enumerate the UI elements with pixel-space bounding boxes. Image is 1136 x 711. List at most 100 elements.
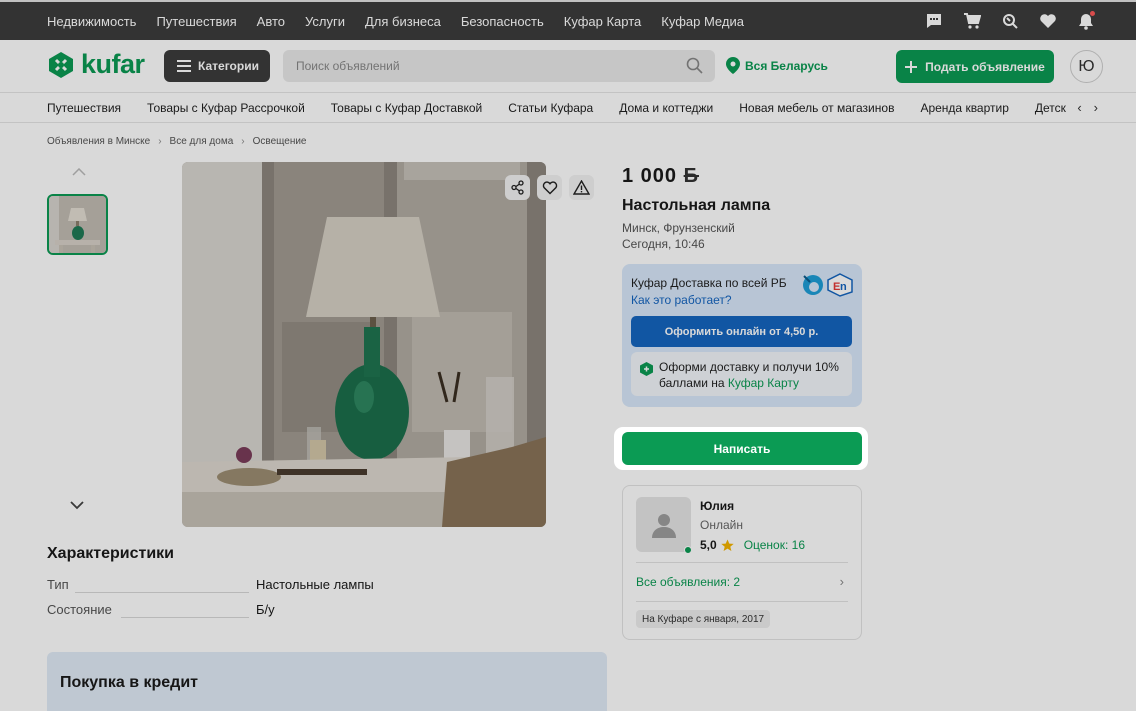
user-placeholder-icon bbox=[651, 513, 676, 538]
kufar-card-link[interactable]: Куфар Карту bbox=[728, 376, 799, 390]
characteristic-value: Настольные лампы bbox=[256, 577, 374, 592]
topbar-link-business[interactable]: Для бизнеса bbox=[365, 14, 441, 29]
chevron-up-icon[interactable] bbox=[72, 168, 86, 176]
heart-icon[interactable] bbox=[1038, 11, 1058, 31]
share-button[interactable] bbox=[505, 175, 530, 200]
characteristics-title: Характеристики bbox=[47, 545, 175, 562]
rating-value: 5,0 bbox=[700, 538, 717, 552]
top-bar: Недвижимость Путешествия Авто Услуги Для… bbox=[0, 0, 1136, 40]
subnav-item-kids[interactable]: Детск bbox=[1035, 101, 1066, 115]
logo-text: kufar bbox=[81, 49, 145, 79]
delivery-panel: Куфар Доставка по всей РБ Как это работа… bbox=[622, 264, 862, 407]
price-value: 1 000 bbox=[622, 165, 678, 187]
chevron-right-icon[interactable]: › bbox=[840, 574, 844, 589]
seller-status: Онлайн bbox=[700, 518, 743, 532]
categories-button[interactable]: Категории bbox=[164, 50, 270, 82]
delivery-how-link[interactable]: Как это работает? bbox=[631, 293, 732, 307]
topbar-link-services[interactable]: Услуги bbox=[305, 14, 345, 29]
subnav-item-rent[interactable]: Аренда квартир bbox=[920, 101, 1008, 115]
header: kufar Категории Поиск объявлений Вся Бел… bbox=[0, 40, 1136, 92]
search-placeholder: Поиск объявлений bbox=[296, 59, 400, 73]
kufar-logo[interactable]: kufar bbox=[47, 49, 145, 80]
all-ads-link[interactable]: Все объявления: 2 bbox=[636, 575, 740, 589]
favorite-button[interactable] bbox=[537, 175, 562, 200]
lamp-photo-image bbox=[182, 162, 546, 527]
notification-dot bbox=[1090, 11, 1095, 16]
subnav-item-furniture[interactable]: Новая мебель от магазинов bbox=[739, 101, 894, 115]
seller-rating: 5,0 Оценок: 16 bbox=[700, 538, 805, 552]
topbar-link-real-estate[interactable]: Недвижимость bbox=[47, 14, 136, 29]
belpost-logo-icon bbox=[803, 275, 823, 295]
breadcrumb-item[interactable]: Объявления в Минске bbox=[47, 136, 150, 147]
lamp-thumbnail-image bbox=[49, 196, 106, 253]
star-icon bbox=[720, 539, 734, 551]
currency-symbol: Б bbox=[683, 165, 699, 187]
chevron-left-icon[interactable]: ‹ bbox=[1077, 100, 1081, 115]
svg-text:n: n bbox=[840, 281, 847, 293]
credit-section: Покупка в кредит bbox=[47, 652, 607, 711]
photo-thumbnail[interactable] bbox=[47, 194, 108, 255]
breadcrumb-separator-icon: › bbox=[158, 136, 162, 147]
characteristic-row: Состояние Б/у bbox=[47, 602, 377, 622]
topbar-link-kufar-media[interactable]: Куфар Медиа bbox=[661, 14, 744, 29]
kufar-logo-icon bbox=[49, 51, 73, 78]
cart-icon[interactable] bbox=[962, 11, 982, 31]
warning-icon bbox=[573, 180, 590, 195]
listing-date: Сегодня, 10:46 bbox=[622, 237, 705, 251]
topbar-link-kufar-card[interactable]: Куфар Карта bbox=[564, 14, 641, 29]
dotted-leader bbox=[75, 592, 249, 593]
order-online-button[interactable]: Оформить онлайн от 4,50 р. bbox=[631, 316, 852, 347]
kufar-card-icon bbox=[640, 362, 653, 376]
characteristic-label: Состояние bbox=[47, 602, 112, 617]
subnav-item-delivery[interactable]: Товары с Куфар Доставкой bbox=[331, 101, 482, 115]
location-pin-icon bbox=[726, 57, 740, 74]
breadcrumb-separator-icon: › bbox=[241, 136, 245, 147]
search-input[interactable]: Поиск объявлений bbox=[283, 50, 715, 82]
chevron-down-icon[interactable] bbox=[70, 500, 84, 510]
breadcrumb: Объявления в Минске › Все для дома › Осв… bbox=[47, 136, 307, 147]
europochta-logo-icon: En bbox=[827, 273, 853, 297]
post-ad-button[interactable]: Подать объявление bbox=[896, 50, 1054, 83]
credit-title: Покупка в кредит bbox=[60, 674, 198, 691]
topbar-link-travel[interactable]: Путешествия bbox=[156, 14, 236, 29]
menu-icon bbox=[177, 60, 191, 72]
user-avatar-button[interactable]: Ю bbox=[1070, 50, 1103, 83]
report-button[interactable] bbox=[569, 175, 594, 200]
divider bbox=[636, 601, 848, 602]
subnav-item-installments[interactable]: Товары с Куфар Рассрочкой bbox=[147, 101, 305, 115]
search-icon[interactable] bbox=[686, 57, 703, 74]
share-icon bbox=[511, 180, 524, 195]
reviews-link[interactable]: Оценок: 16 bbox=[744, 538, 805, 552]
bell-icon[interactable] bbox=[1076, 11, 1096, 31]
heart-outline-icon bbox=[542, 181, 557, 195]
post-ad-label: Подать объявление bbox=[925, 59, 1045, 74]
chat-icon[interactable] bbox=[924, 11, 944, 31]
listing-price: 1 000 Б bbox=[622, 165, 699, 188]
chevron-right-icon[interactable]: › bbox=[1094, 100, 1098, 115]
breadcrumb-item[interactable]: Освещение bbox=[253, 136, 307, 147]
delivery-promo: Оформи доставку и получи 10% баллами на … bbox=[631, 352, 852, 396]
characteristic-row: Тип Настольные лампы bbox=[47, 577, 377, 597]
member-since-badge: На Куфаре с января, 2017 bbox=[636, 610, 771, 628]
subnav-item-houses[interactable]: Дома и коттеджи bbox=[619, 101, 713, 115]
breadcrumb-item[interactable]: Все для дома bbox=[170, 136, 234, 147]
main-photo[interactable] bbox=[182, 162, 546, 527]
region-label: Вся Беларусь bbox=[745, 58, 828, 73]
subnav-item-articles[interactable]: Статьи Куфара bbox=[508, 101, 593, 115]
topbar-link-safety[interactable]: Безопасность bbox=[461, 14, 544, 29]
characteristic-value: Б/у bbox=[256, 602, 275, 617]
subnav-item-travel[interactable]: Путешествия bbox=[47, 101, 121, 115]
listing-location: Минск, Фрунзенский bbox=[622, 221, 735, 235]
category-subnav: Путешествия Товары с Куфар Рассрочкой То… bbox=[0, 92, 1136, 123]
listing-title: Настольная лампа bbox=[622, 197, 771, 214]
compare-icon[interactable] bbox=[1000, 11, 1020, 31]
categories-label: Категории bbox=[198, 59, 259, 73]
seller-card: Юлия Онлайн 5,0 Оценок: 16 Все объявлени… bbox=[622, 485, 862, 640]
topbar-link-auto[interactable]: Авто bbox=[257, 14, 285, 29]
online-indicator bbox=[684, 546, 692, 554]
write-message-button[interactable]: Написать bbox=[622, 432, 862, 465]
seller-avatar[interactable] bbox=[636, 497, 692, 554]
delivery-title: Куфар Доставка по всей РБ bbox=[631, 276, 787, 290]
seller-name[interactable]: Юлия bbox=[700, 499, 734, 513]
region-selector[interactable]: Вся Беларусь bbox=[726, 57, 828, 74]
